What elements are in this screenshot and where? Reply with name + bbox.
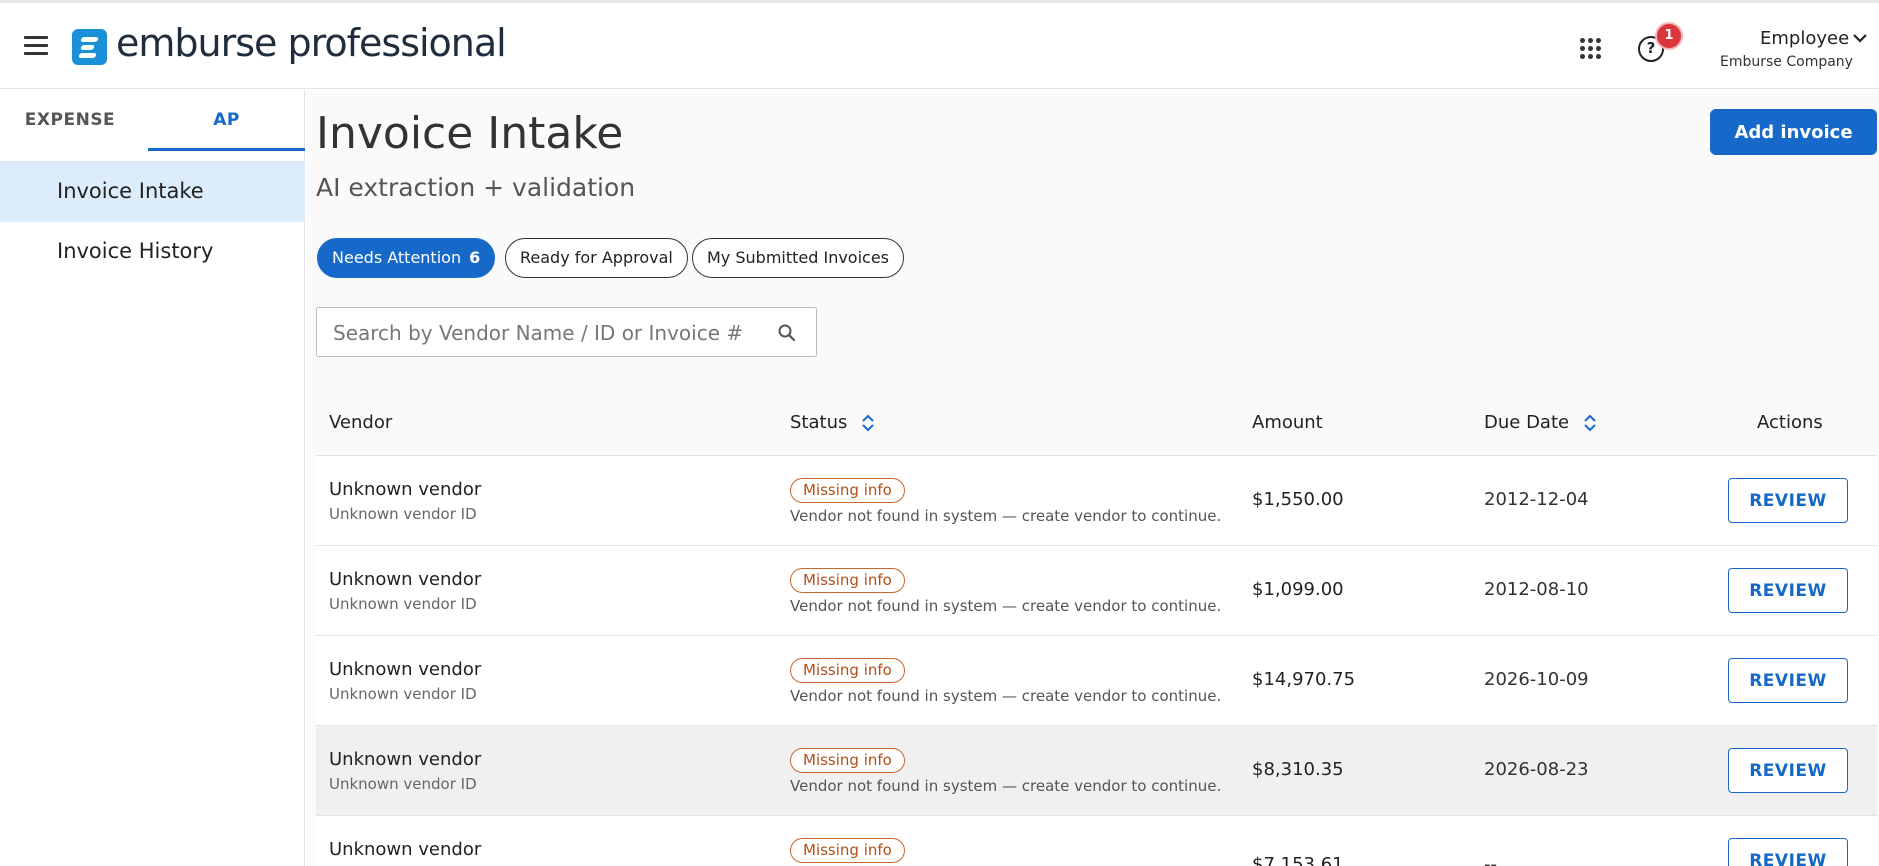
search-input[interactable] (333, 320, 753, 346)
emburse-logo-icon (72, 29, 107, 65)
column-status-label: Status (790, 412, 848, 433)
review-button[interactable]: REVIEW (1728, 658, 1848, 703)
app-header: emburse professional ? 1 Employee Emburs… (0, 3, 1879, 89)
vendor-id: Unknown vendor ID (329, 685, 477, 703)
amount: $8,310.35 (1252, 759, 1344, 780)
due-date: 2012-12-04 (1484, 489, 1589, 510)
table-row[interactable]: Unknown vendor Missing info $7,153.61 --… (316, 816, 1877, 866)
column-due-date-label: Due Date (1484, 412, 1570, 433)
column-amount: Amount (1252, 412, 1323, 433)
vendor-name: Unknown vendor (329, 839, 482, 860)
invoice-table: Vendor Status Amount Due Date Actions Un… (316, 390, 1877, 866)
search-icon[interactable] (777, 323, 797, 343)
page-subtitle: AI extraction + validation (316, 173, 636, 202)
vendor-id: Unknown vendor ID (329, 595, 477, 613)
vendor-id: Unknown vendor ID (329, 775, 477, 793)
review-button[interactable]: REVIEW (1728, 568, 1848, 613)
vendor-id: Unknown vendor ID (329, 505, 477, 523)
company-name: Emburse Company (1720, 54, 1853, 70)
due-date: 2026-10-09 (1484, 669, 1589, 690)
status-badge: Missing info (790, 568, 905, 593)
column-status[interactable]: Status (790, 412, 875, 433)
column-actions: Actions (1757, 412, 1823, 433)
amount: $1,099.00 (1252, 579, 1344, 600)
vendor-name: Unknown vendor (329, 659, 482, 680)
vendor-name: Unknown vendor (329, 569, 482, 590)
sidebar-item-invoice-intake[interactable]: Invoice Intake (0, 161, 305, 222)
status-badge: Missing info (790, 658, 905, 683)
amount: $1,550.00 (1252, 489, 1344, 510)
tab-ap[interactable]: AP (148, 90, 305, 151)
logo-text: emburse professional (116, 21, 507, 65)
due-date: 2026-08-23 (1484, 759, 1589, 780)
filter-ready-for-approval[interactable]: Ready for Approval (505, 238, 688, 278)
page-title: Invoice Intake (316, 108, 624, 159)
sidebar: EXPENSE AP Invoice Intake Invoice Histor… (0, 90, 305, 866)
table-row[interactable]: Unknown vendor Unknown vendor ID Missing… (316, 726, 1877, 816)
table-row[interactable]: Unknown vendor Unknown vendor ID Missing… (316, 456, 1877, 546)
notification-badge: 1 (1655, 22, 1683, 50)
tab-expense[interactable]: EXPENSE (0, 90, 140, 151)
due-date: 2012-08-10 (1484, 579, 1589, 600)
table-row[interactable]: Unknown vendor Unknown vendor ID Missing… (316, 546, 1877, 636)
filter-count: 6 (469, 248, 481, 267)
status-message: Vendor not found in system — create vend… (790, 507, 1222, 525)
filter-label: Needs Attention (332, 248, 462, 267)
amount: $7,153.61 (1252, 854, 1344, 866)
status-message: Vendor not found in system — create vend… (790, 597, 1222, 615)
sidebar-item-invoice-history[interactable]: Invoice History (0, 221, 305, 282)
chevron-down-icon[interactable] (1852, 30, 1868, 46)
status-badge: Missing info (790, 478, 905, 503)
review-button[interactable]: REVIEW (1728, 748, 1848, 793)
status-badge: Missing info (790, 748, 905, 773)
amount: $14,970.75 (1252, 669, 1356, 690)
status-badge: Missing info (790, 838, 905, 863)
review-button[interactable]: REVIEW (1728, 478, 1848, 523)
status-message: Vendor not found in system — create vend… (790, 777, 1222, 795)
status-message: Vendor not found in system — create vend… (790, 687, 1222, 705)
apps-grid-icon[interactable] (1580, 38, 1602, 60)
main-content: Invoice Intake AI extraction + validatio… (306, 90, 1879, 866)
user-menu-name[interactable]: Employee (1760, 28, 1849, 49)
hamburger-menu-icon[interactable] (24, 36, 48, 56)
sort-icon[interactable] (861, 413, 875, 433)
review-button[interactable]: REVIEW (1728, 838, 1848, 866)
filter-my-submitted-invoices[interactable]: My Submitted Invoices (692, 238, 905, 278)
search-box (316, 307, 817, 357)
table-header: Vendor Status Amount Due Date Actions (316, 390, 1877, 456)
due-date: -- (1484, 854, 1497, 866)
table-row[interactable]: Unknown vendor Unknown vendor ID Missing… (316, 636, 1877, 726)
column-vendor: Vendor (329, 412, 393, 433)
sort-icon[interactable] (1583, 413, 1597, 433)
column-due-date[interactable]: Due Date (1484, 412, 1597, 433)
vendor-name: Unknown vendor (329, 479, 482, 500)
add-invoice-button[interactable]: Add invoice (1710, 109, 1877, 155)
filter-needs-attention[interactable]: Needs Attention 6 (317, 238, 496, 278)
vendor-name: Unknown vendor (329, 749, 482, 770)
